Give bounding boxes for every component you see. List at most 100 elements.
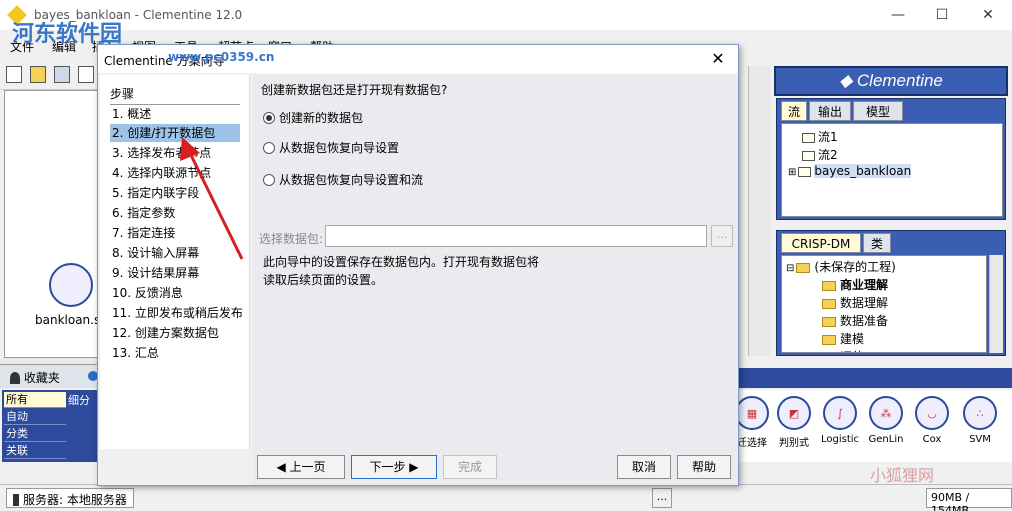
node-cox[interactable]: ◡ Cox	[908, 396, 956, 445]
option-create-new[interactable]: 创建新的数据包	[263, 109, 363, 126]
phase-label: 数据理解	[840, 296, 889, 310]
bankloan-node-icon[interactable]	[49, 263, 93, 307]
package-path-input[interactable]	[325, 225, 707, 247]
collapse-icon[interactable]: ⊟	[786, 263, 794, 274]
dialog-button-bar: ◀ 上一页 下一步 ▶ 完成 取消 帮助	[253, 449, 737, 485]
save-icon[interactable]	[54, 66, 70, 83]
node-label: Cox	[922, 434, 942, 445]
close-window-button[interactable]: ✕	[966, 4, 1010, 26]
step-item: 10. 反馈消息	[112, 286, 183, 300]
category-segment[interactable]: 细分	[68, 392, 90, 408]
step-item: 12. 创建方案数据包	[112, 326, 219, 340]
project-root-label: (未保存的工程)	[814, 260, 896, 274]
category-auto[interactable]: 自动	[4, 409, 66, 425]
stream-canvas[interactable]: bankloan.s	[4, 90, 100, 358]
folder-icon	[822, 280, 836, 291]
streams-list: 流1 流2 ⊞ bayes_bankloan	[781, 123, 1003, 217]
new-file-icon[interactable]	[6, 66, 22, 83]
help-button[interactable]: 帮助	[677, 455, 731, 479]
option-restore-settings[interactable]: 从数据包恢复向导设置	[263, 139, 399, 156]
dialog-close-button[interactable]: ✕	[708, 49, 728, 69]
stream-item-label: 流2	[818, 148, 838, 162]
palette-tabs: 收藏夹	[0, 364, 100, 388]
watermark-logo: 河东软件园	[12, 21, 123, 47]
modeling-palette: ▦ 迁选择 ◩ 判别式 ∫ Logistic ⁂ GenLin ◡ Cox ∴ SVM	[735, 390, 1012, 462]
brand-text: Clementine	[856, 71, 943, 90]
clementine-logo: ◆ Clementine	[774, 66, 1008, 96]
title-bar: bayes_bankloan - Clementine 12.0 — ☐ ✕	[0, 0, 1012, 30]
feature-selection-icon: ▦	[735, 396, 769, 430]
prev-button[interactable]: ◀ 上一页	[257, 455, 345, 479]
project-tree-scrollbar[interactable]	[989, 255, 1003, 353]
server-status-label: 服务器: 本地服务器	[23, 493, 127, 507]
steps-header: 步骤	[110, 85, 240, 105]
stream-icon	[802, 132, 815, 143]
folder-icon	[822, 316, 836, 327]
stream-manager: 流 输出 模型 流1 流2 ⊞ bayes_bankloan	[776, 98, 1006, 220]
server-icon	[13, 494, 19, 506]
stream-item[interactable]: 流1	[802, 128, 838, 145]
stream-icon	[798, 166, 812, 177]
minimize-button[interactable]: —	[876, 4, 920, 26]
node-logistic[interactable]: ∫ Logistic	[816, 396, 864, 445]
tab-models[interactable]: 模型	[853, 101, 903, 121]
cancel-button[interactable]: 取消	[617, 455, 671, 479]
phase-evaluation[interactable]: 评估	[822, 348, 864, 354]
watermark-url: www.pc0359.cn	[168, 50, 275, 64]
memory-status: 90MB / 154MB	[926, 488, 1012, 511]
project-manager: CRISP-DM 类 ⊟ (未保存的工程) 商业理解 数据理解 数据准备 建模 评…	[776, 230, 1006, 356]
category-all[interactable]: 所有	[4, 392, 66, 408]
tab-streams[interactable]: 流	[781, 101, 807, 121]
phase-label: 数据准备	[840, 314, 889, 328]
open-folder-icon[interactable]	[30, 66, 46, 83]
canvas-vertical-scrollbar[interactable]	[748, 66, 770, 356]
description-line: 此向导中的设置保存在数据包内。打开现有数据包将	[263, 255, 540, 269]
tab-classes[interactable]: 类	[863, 233, 891, 253]
node-discriminant[interactable]: ◩ 判别式	[770, 396, 818, 449]
description-line: 读取后续页面的设置。	[263, 273, 384, 287]
phase-label: 商业理解	[840, 278, 889, 292]
radio-selected-icon[interactable]	[263, 112, 275, 124]
tab-crisp-dm[interactable]: CRISP-DM	[781, 233, 861, 253]
node-genlin[interactable]: ⁂ GenLin	[862, 396, 910, 445]
folder-icon	[822, 298, 836, 309]
project-root[interactable]: ⊟ (未保存的工程)	[786, 258, 896, 275]
wizard-question: 创建新数据包还是打开现有数据包?	[261, 83, 448, 97]
option-restore-settings-and-stream[interactable]: 从数据包恢复向导设置和流	[263, 171, 423, 188]
phase-modeling[interactable]: 建模	[822, 330, 864, 347]
node-svm[interactable]: ∴ SVM	[956, 396, 1004, 445]
annotation-arrow	[180, 137, 244, 260]
phase-business[interactable]: 商业理解	[822, 276, 888, 293]
favorites-icon	[10, 372, 20, 384]
category-classify[interactable]: 分类	[4, 426, 66, 442]
status-bar: 服务器: 本地服务器 ... 90MB / 154MB	[0, 484, 1012, 511]
radio-icon[interactable]	[263, 174, 275, 186]
favorites-tab[interactable]: 收藏夹	[10, 369, 60, 386]
tab-outputs[interactable]: 输出	[809, 101, 851, 121]
phase-data-understanding[interactable]: 数据理解	[822, 294, 888, 311]
folder-icon	[822, 353, 836, 354]
node-label: SVM	[969, 434, 991, 445]
stream-item[interactable]: ⊞ bayes_bankloan	[788, 164, 912, 178]
status-more-button[interactable]: ...	[652, 488, 672, 508]
package-browse-button[interactable]: ...	[711, 225, 733, 247]
finish-button[interactable]: 完成	[443, 455, 497, 479]
stream-item[interactable]: 流2	[802, 146, 838, 163]
step-item: 9. 设计结果屏幕	[112, 266, 200, 280]
print-icon[interactable]	[78, 66, 94, 83]
phase-data-prep[interactable]: 数据准备	[822, 312, 888, 329]
radio-icon[interactable]	[263, 142, 275, 154]
step-item: 1. 概述	[112, 107, 152, 121]
stream-item-label: bayes_bankloan	[814, 164, 912, 178]
step-item: 11. 立即发布或稍后发布	[112, 306, 243, 320]
server-status[interactable]: 服务器: 本地服务器	[6, 488, 134, 508]
folder-icon	[822, 334, 836, 345]
wizard-dialog: Clementine 方案向导 ✕ 步骤 1. 概述 2. 创建/打开数据包 3…	[97, 44, 739, 486]
next-button[interactable]: 下一步 ▶	[351, 455, 437, 479]
watermark-bottom-right: 小狐狸网	[870, 466, 935, 485]
package-label: 选择数据包:	[259, 232, 324, 246]
stream-icon	[802, 150, 815, 161]
category-association[interactable]: 关联	[4, 443, 66, 459]
expand-icon[interactable]: ⊞	[788, 167, 796, 178]
maximize-button[interactable]: ☐	[920, 4, 964, 26]
